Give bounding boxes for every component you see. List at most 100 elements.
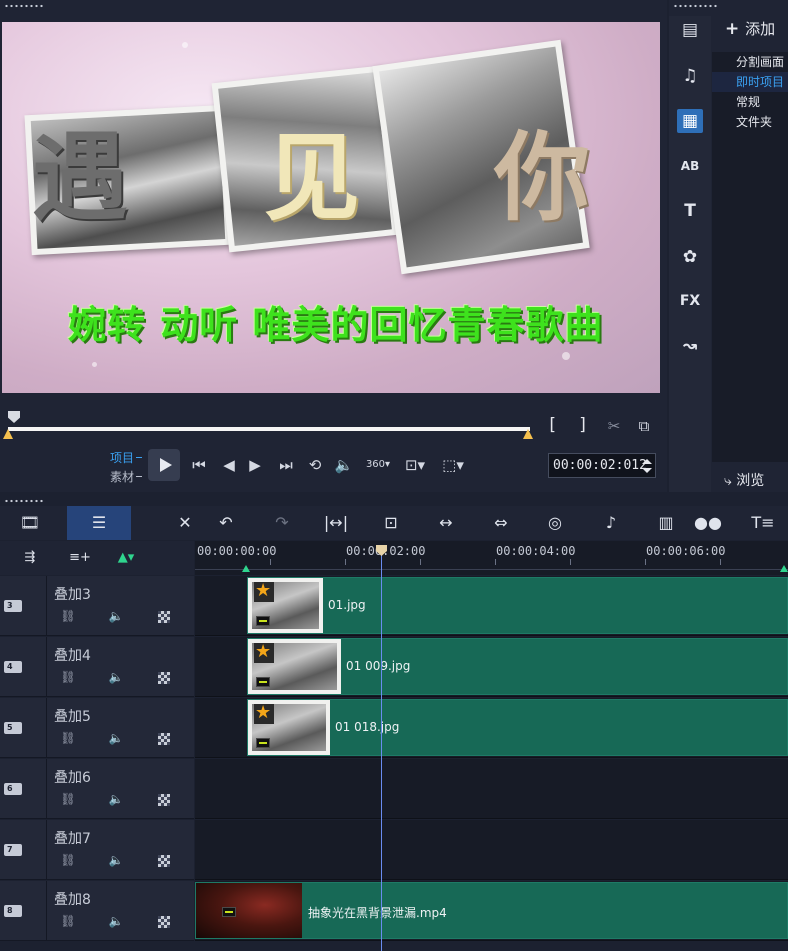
library-item[interactable]: 文件夹 (712, 112, 788, 132)
repeat-icon[interactable]: ⟲ (304, 455, 326, 475)
track-lane[interactable]: 01 009.jpg (195, 637, 788, 697)
redo-icon[interactable]: ↷ (268, 512, 296, 534)
track-volume-icon[interactable]: 🔈 (108, 731, 124, 745)
trim-icon[interactable]: ⇔ (487, 512, 515, 534)
clip-name: 抽象光在黑背景泄漏.mp4 (308, 906, 447, 920)
media-library-icon[interactable]: ▤ (677, 18, 703, 42)
track-number-badge[interactable]: 3 (4, 600, 22, 612)
timecode-field[interactable]: 00:00:02:012 (548, 453, 656, 478)
track-transparency-icon[interactable] (158, 733, 170, 745)
track-volume-icon[interactable]: 🔈 (108, 792, 124, 806)
track-volume-icon[interactable]: 🔈 (108, 853, 124, 867)
timecode-down-icon[interactable] (642, 468, 652, 473)
timeline-clip[interactable]: 01 018.jpg (247, 699, 788, 756)
play-button[interactable] (148, 449, 180, 481)
timeline-clip[interactable]: 01 009.jpg (247, 638, 788, 695)
track-transparency-icon[interactable] (158, 672, 170, 684)
link-icon[interactable]: ⛓ (60, 914, 76, 928)
instant-project-icon[interactable]: ▦ (677, 109, 703, 133)
subtitle-editor-icon[interactable]: T≡ (749, 512, 777, 534)
track-transparency-icon[interactable] (158, 611, 170, 623)
split-icon[interactable]: ↔ (432, 512, 460, 534)
tools-icon[interactable]: ✕ (171, 512, 199, 534)
360-view-icon[interactable]: 360▾ (360, 455, 396, 475)
track-number-badge[interactable]: 7 (4, 844, 22, 856)
library-tree: 分割画面 即时项目 常规 文件夹 (712, 52, 788, 462)
ruler-tick (645, 559, 646, 565)
fx-icon[interactable]: FX (677, 289, 703, 313)
mark-out-button[interactable]: ] (578, 415, 588, 435)
previous-frame-icon[interactable]: ◀ (218, 455, 240, 475)
link-icon[interactable]: ⛓ (60, 853, 76, 867)
aspect-ratio-icon[interactable]: ⊡▾ (398, 455, 432, 475)
library-item[interactable]: 常规 (712, 92, 788, 112)
link-icon[interactable]: ⛓ (60, 792, 76, 806)
audio-icon[interactable]: ♫ (677, 64, 703, 88)
time-ruler[interactable]: 00:00:00:00 00:00:02:00 00:00:04:00 00:0… (195, 541, 788, 575)
multi-cam-icon[interactable]: ▥ (652, 512, 680, 534)
undo-icon[interactable]: ↶ (212, 512, 240, 534)
storyboard-view-icon[interactable]: 🎞 (16, 512, 44, 534)
text-icon[interactable]: T (677, 199, 703, 223)
panel-grip[interactable] (4, 4, 44, 8)
star-icon (254, 642, 274, 663)
plus-icon: + (725, 19, 746, 39)
track-volume-icon[interactable]: 🔈 (108, 670, 124, 684)
track-lane[interactable]: 抽象光在黑背景泄漏.mp4 (195, 881, 788, 941)
add-track-icon[interactable]: ≡+ (66, 547, 94, 569)
track-transparency-icon[interactable] (158, 855, 170, 867)
enlarge-preview-icon[interactable]: ⧉ (634, 416, 654, 436)
timeline-clip[interactable]: 01.jpg (247, 577, 788, 634)
track-overlay-8: 8 叠加8 ⛓ 🔈 抽象光在黑背景泄漏.mp4 (0, 881, 788, 941)
overlay-icon[interactable]: ●● (694, 512, 722, 534)
track-volume-icon[interactable]: 🔈 (108, 609, 124, 623)
preview-window[interactable]: 遇 见 你 婉转 动听 唯美的回忆青春歌曲 (2, 22, 660, 393)
browse-button[interactable]: ⤷ 浏览 (724, 470, 764, 490)
in-point-marker[interactable] (242, 565, 250, 572)
home-icon[interactable]: ⏮ (188, 455, 210, 475)
timecode-up-icon[interactable] (642, 459, 652, 464)
timeline-view-tab[interactable]: ☰ (67, 506, 131, 540)
end-icon[interactable]: ⏭ (275, 455, 297, 475)
audio-wave-icon[interactable]: ♪ (597, 512, 625, 534)
graphics-icon[interactable]: ✿ (677, 245, 703, 269)
scrub-bar[interactable] (8, 427, 530, 431)
track-number-badge[interactable]: 6 (4, 783, 22, 795)
track-lane[interactable] (195, 820, 788, 880)
track-number-badge[interactable]: 5 (4, 722, 22, 734)
track-transparency-icon[interactable] (158, 794, 170, 806)
track-manager-icon[interactable]: ⇶ (16, 547, 44, 569)
track-lane[interactable]: 01.jpg (195, 576, 788, 636)
link-icon[interactable]: ⛓ (60, 609, 76, 623)
track-number-badge[interactable]: 4 (4, 661, 22, 673)
mixer-icon[interactable]: ◎ (541, 512, 569, 534)
track-lane[interactable]: 01 018.jpg (195, 698, 788, 758)
library-item[interactable]: 分割画面 (712, 52, 788, 72)
track-number-badge[interactable]: 8 (4, 905, 22, 917)
mark-in-button[interactable]: [ (547, 415, 557, 435)
playhead-line[interactable] (381, 547, 382, 951)
link-icon[interactable]: ⛓ (60, 670, 76, 684)
chapter-marker-icon[interactable]: ▲▾ (112, 547, 140, 569)
volume-icon[interactable]: 🔈 (333, 455, 355, 475)
scissors-icon[interactable]: ✂ (604, 416, 624, 436)
path-icon[interactable]: ↝ (677, 334, 703, 358)
clip-mode-label[interactable]: 素材 (110, 468, 134, 485)
next-frame-icon[interactable]: ▶ (244, 455, 266, 475)
timeline-clip[interactable]: 抽象光在黑背景泄漏.mp4 (195, 882, 788, 939)
track-transparency-icon[interactable] (158, 916, 170, 928)
track-volume-icon[interactable]: 🔈 (108, 914, 124, 928)
scrubber-handle[interactable] (8, 411, 20, 423)
record-capture-icon[interactable]: ⊡ (377, 512, 405, 534)
library-grip[interactable] (673, 4, 719, 8)
project-mode-label[interactable]: 项目 (110, 449, 134, 466)
fit-project-icon[interactable]: |↔| (322, 512, 350, 534)
title-templates-icon[interactable]: AB (677, 154, 703, 178)
track-lane[interactable] (195, 759, 788, 819)
timeline-grip[interactable] (4, 499, 44, 503)
crop-icon[interactable]: ⬚▾ (436, 455, 470, 475)
out-point-marker[interactable] (780, 565, 788, 572)
link-icon[interactable]: ⛓ (60, 731, 76, 745)
library-add-button[interactable]: + 添加 (725, 18, 775, 39)
library-item-selected[interactable]: 即时项目 (712, 72, 788, 92)
